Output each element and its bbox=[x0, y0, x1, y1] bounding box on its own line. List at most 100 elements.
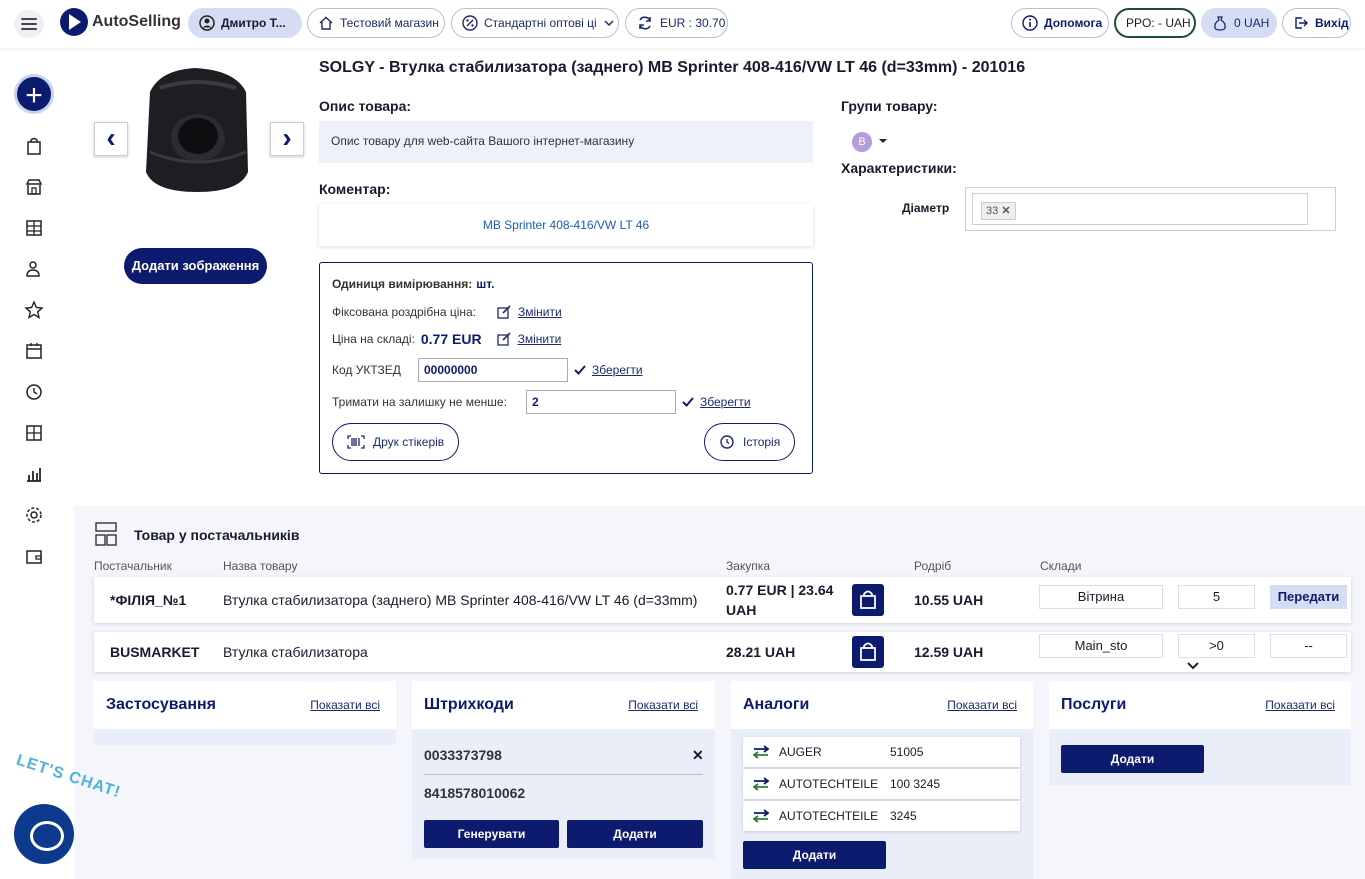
calendar-icon[interactable] bbox=[24, 341, 44, 361]
print-stickers-button[interactable]: Друк стікерів bbox=[332, 423, 460, 461]
star-icon[interactable] bbox=[24, 300, 44, 320]
product-image bbox=[146, 68, 248, 192]
retail-price: 10.55 UAH bbox=[914, 592, 984, 608]
balance-button[interactable]: 0 UAH bbox=[1201, 8, 1277, 38]
store-icon[interactable] bbox=[24, 177, 44, 197]
transfer-button[interactable]: Передати bbox=[1270, 585, 1347, 609]
bag-icon bbox=[860, 642, 876, 661]
characteristics-label: Характеристики: bbox=[841, 160, 957, 176]
barcodes-title: Штрихкоди bbox=[424, 696, 514, 713]
warehouse-select[interactable]: Вітрина bbox=[1039, 585, 1163, 609]
change-fixed-price-link[interactable]: Змінити bbox=[518, 305, 562, 319]
add-icon[interactable]: + bbox=[14, 74, 54, 114]
add-barcode-button[interactable]: Додати bbox=[567, 820, 703, 848]
chevron-down-icon bbox=[603, 17, 615, 29]
unit-value: шт. bbox=[476, 277, 495, 291]
analog-row[interactable]: AUTOTECHTEILE 3245 bbox=[743, 801, 1020, 831]
qty-input[interactable]: 5 bbox=[1178, 585, 1255, 609]
services-panel: Послуги Показати всі Додати bbox=[1049, 681, 1351, 785]
uktzed-row: Код УКТЗЕД Зберегти bbox=[332, 358, 643, 382]
chevron-down-icon[interactable] bbox=[878, 138, 888, 144]
chat-icon[interactable] bbox=[14, 804, 74, 864]
usage-panel: Застосування Показати всі bbox=[94, 681, 396, 745]
history-button[interactable]: Історія bbox=[704, 423, 796, 461]
analog-row[interactable]: AUTOTECHTEILE 100 3245 bbox=[743, 769, 1020, 799]
comment-field[interactable]: MB Sprinter 408-416/VW LT 46 bbox=[319, 204, 813, 246]
stock-price-row: Ціна на складі: 0.77 EUR Змінити bbox=[332, 331, 562, 347]
col-purchase: Закупка bbox=[726, 559, 770, 573]
save-min-stock-link[interactable]: Зберегти bbox=[700, 395, 751, 409]
analogs-title: Аналоги bbox=[743, 696, 810, 713]
home-icon bbox=[318, 15, 334, 31]
remove-barcode-icon[interactable]: ✕ bbox=[692, 747, 704, 764]
swap-icon bbox=[753, 809, 769, 823]
analog-code: 100 3245 bbox=[890, 777, 941, 791]
table-row: *ФІЛІЯ_№1 Втулка стабилизатора (заднего)… bbox=[94, 577, 1351, 623]
buy-button[interactable] bbox=[852, 584, 884, 616]
help-button[interactable]: Допомога bbox=[1011, 8, 1109, 38]
wallet-icon[interactable] bbox=[24, 546, 44, 566]
next-image-button[interactable]: › bbox=[270, 122, 304, 156]
buy-button[interactable] bbox=[852, 636, 884, 668]
settings-icon[interactable] bbox=[24, 505, 44, 525]
usage-body bbox=[94, 729, 396, 745]
add-service-button[interactable]: Додати bbox=[1061, 745, 1204, 773]
bag-icon bbox=[860, 590, 876, 609]
add-analog-button[interactable]: Додати bbox=[743, 841, 886, 869]
edit-icon bbox=[496, 304, 512, 320]
analog-code: 51005 bbox=[890, 745, 924, 759]
user-menu[interactable]: Дмитро Т... bbox=[188, 8, 302, 38]
chevron-down-icon[interactable] bbox=[1187, 661, 1199, 671]
save-uktzed-link[interactable]: Зберегти bbox=[592, 363, 643, 377]
prev-image-button[interactable]: ‹ bbox=[94, 122, 128, 156]
groups-label: Групи товару: bbox=[841, 98, 938, 114]
top-bar: AutoSelling Дмитро Т... Тестовий магазин… bbox=[0, 0, 1365, 48]
services-show-all-link[interactable]: Показати всі bbox=[1265, 698, 1335, 712]
diameter-input[interactable]: 33 ✕ bbox=[972, 193, 1308, 225]
action-cell: -- bbox=[1270, 634, 1347, 658]
stats-icon[interactable] bbox=[24, 464, 44, 484]
barcodes-show-all-link[interactable]: Показати всі bbox=[628, 698, 698, 712]
product-title: SOLGY - Втулка стабилизатора (заднего) M… bbox=[319, 59, 1026, 76]
change-stock-price-link[interactable]: Змінити bbox=[518, 332, 562, 346]
bag-icon[interactable] bbox=[24, 136, 44, 156]
diameter-label: Діаметр bbox=[902, 201, 950, 215]
price-type-selector[interactable]: Стандартні оптові ці bbox=[451, 8, 619, 38]
remove-icon[interactable]: ✕ bbox=[1001, 205, 1010, 217]
generate-barcode-button[interactable]: Генерувати bbox=[424, 820, 559, 848]
suppliers-title: Товар у постачальників bbox=[134, 527, 300, 543]
uktzed-input[interactable] bbox=[418, 358, 568, 382]
refresh-icon bbox=[636, 14, 654, 32]
supplier-name: BUSMARKET bbox=[110, 644, 200, 660]
warehouse-select[interactable]: Main_sto bbox=[1039, 634, 1163, 658]
diameter-wrapper: 33 ✕ bbox=[965, 187, 1336, 231]
supplier-name: *ФІЛІЯ_№1 bbox=[110, 592, 187, 608]
sidebar: + bbox=[0, 48, 74, 879]
min-stock-input[interactable] bbox=[526, 390, 676, 414]
comment-label: Коментар: bbox=[319, 181, 391, 197]
users-icon[interactable] bbox=[24, 259, 44, 279]
analog-code: 3245 bbox=[890, 809, 917, 823]
catalog-icon[interactable] bbox=[24, 423, 44, 443]
logo[interactable]: AutoSelling bbox=[60, 8, 181, 36]
exit-button[interactable]: Вихід bbox=[1282, 8, 1351, 38]
warehouse-icon[interactable] bbox=[24, 218, 44, 238]
analog-row[interactable]: AUGER 51005 bbox=[743, 737, 1020, 767]
menu-icon[interactable] bbox=[14, 10, 44, 38]
currency-rate[interactable]: EUR : 30.70 bbox=[625, 8, 728, 38]
barcode-icon bbox=[347, 435, 365, 449]
analogs-show-all-link[interactable]: Показати всі bbox=[947, 698, 1017, 712]
retail-price: 12.59 UAH bbox=[914, 644, 984, 660]
check-icon bbox=[574, 364, 586, 376]
diameter-chip[interactable]: 33 ✕ bbox=[981, 202, 1016, 220]
group-badge[interactable]: B bbox=[852, 132, 872, 152]
description-field[interactable]: Опис товару для web-сайта Вашого інтерне… bbox=[319, 121, 813, 163]
prro-status[interactable]: PPO: - UAH bbox=[1114, 8, 1196, 38]
usage-show-all-link[interactable]: Показати всі bbox=[310, 698, 380, 712]
user-icon bbox=[199, 15, 215, 31]
history-icon[interactable] bbox=[24, 382, 44, 402]
qty-input[interactable]: >0 bbox=[1178, 634, 1255, 658]
store-selector[interactable]: Тестовий магазин bbox=[307, 8, 445, 38]
add-image-button[interactable]: Додати зображення bbox=[124, 248, 267, 284]
logout-icon bbox=[1293, 15, 1309, 31]
